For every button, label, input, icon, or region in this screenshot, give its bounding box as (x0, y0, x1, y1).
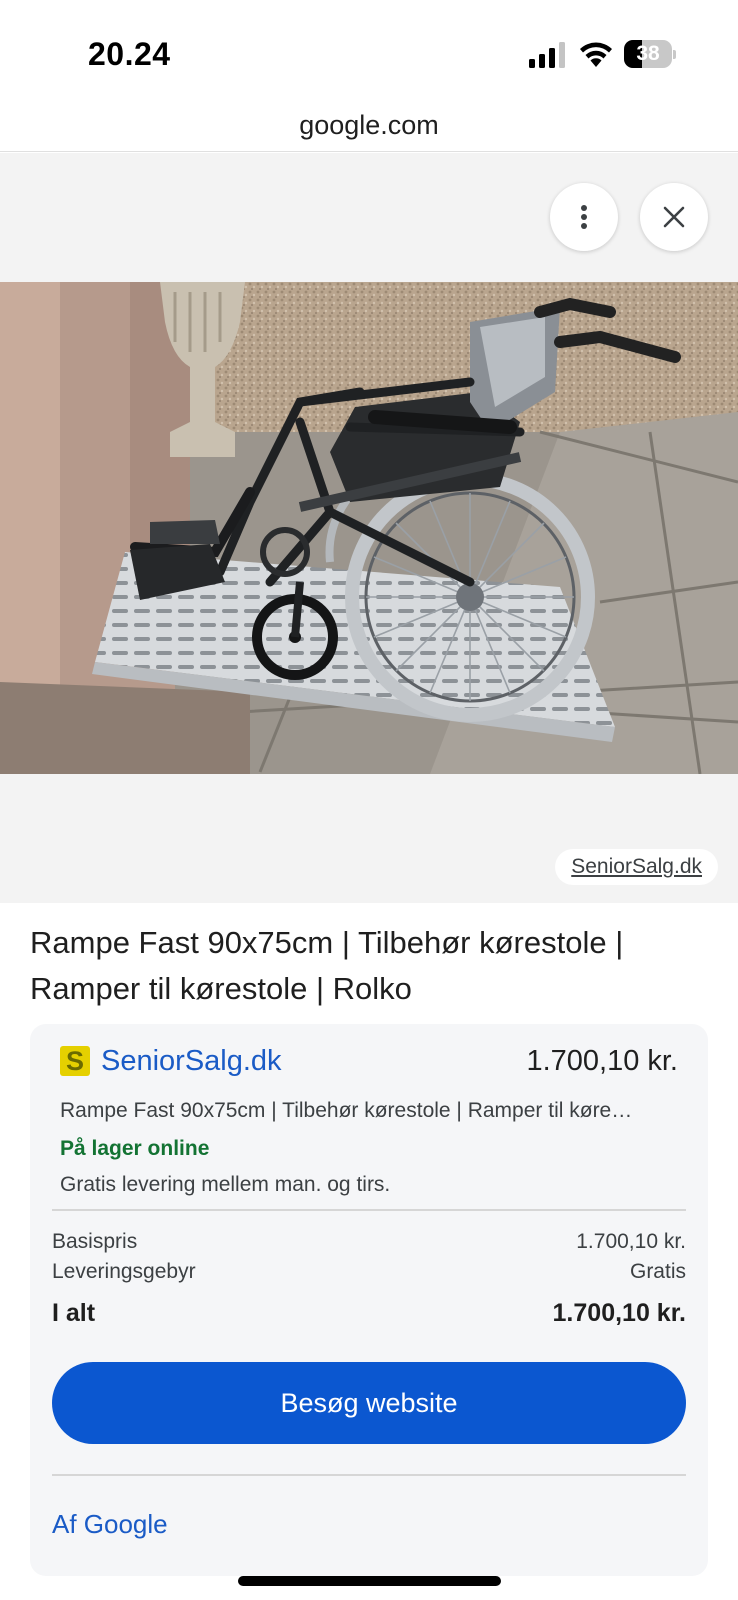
cellular-signal-icon (529, 42, 565, 68)
delivery-fee-label: Leveringsgebyr (52, 1260, 196, 1283)
more-vert-icon (581, 205, 587, 229)
product-title: Rampe Fast 90x75cm | Tilbehør kørestole … (30, 925, 624, 1006)
divider (52, 1209, 686, 1211)
product-image[interactable] (0, 282, 738, 774)
by-google-link[interactable]: Af Google (52, 1506, 168, 1542)
offer-price: 1.700,10 kr. (526, 1045, 678, 1077)
status-bar: 20.24 38 (0, 0, 738, 100)
battery-icon: 38 (624, 40, 676, 68)
seller-logo-letter: S (65, 1046, 84, 1076)
status-time: 20.24 (88, 36, 171, 72)
image-viewer: SeniorSalg.dk (0, 153, 738, 903)
seller-logo: S (60, 1046, 90, 1076)
visit-website-button[interactable]: Besøg website (52, 1362, 686, 1444)
address-bar[interactable]: google.com (0, 100, 738, 152)
battery-level: 38 (636, 42, 660, 65)
image-source-link[interactable]: SeniorSalg.dk (555, 849, 718, 885)
divider (52, 1474, 686, 1476)
offer-card: S SeniorSalg.dk 1.700,10 kr. Rampe Fast … (30, 1024, 708, 1576)
close-button[interactable] (640, 183, 708, 251)
more-options-button[interactable] (550, 183, 618, 251)
close-icon (663, 206, 685, 228)
delivery-info: Gratis levering mellem man. og tirs. (60, 1173, 391, 1196)
offer-description: Rampe Fast 90x75cm | Tilbehør kørestole … (60, 1099, 640, 1122)
total-label: I alt (52, 1299, 96, 1327)
seller-name-link[interactable]: SeniorSalg.dk (101, 1040, 282, 1082)
stock-status: På lager online (60, 1137, 210, 1160)
base-price-value: 1.700,10 kr. (576, 1230, 686, 1253)
wifi-icon (580, 42, 612, 67)
total-value: 1.700,10 kr. (552, 1299, 686, 1327)
base-price-label: Basispris (52, 1230, 138, 1253)
home-indicator[interactable] (238, 1576, 501, 1586)
seller-row[interactable]: S SeniorSalg.dk 1.700,10 kr. (60, 1040, 678, 1084)
delivery-fee-value: Gratis (629, 1260, 686, 1283)
